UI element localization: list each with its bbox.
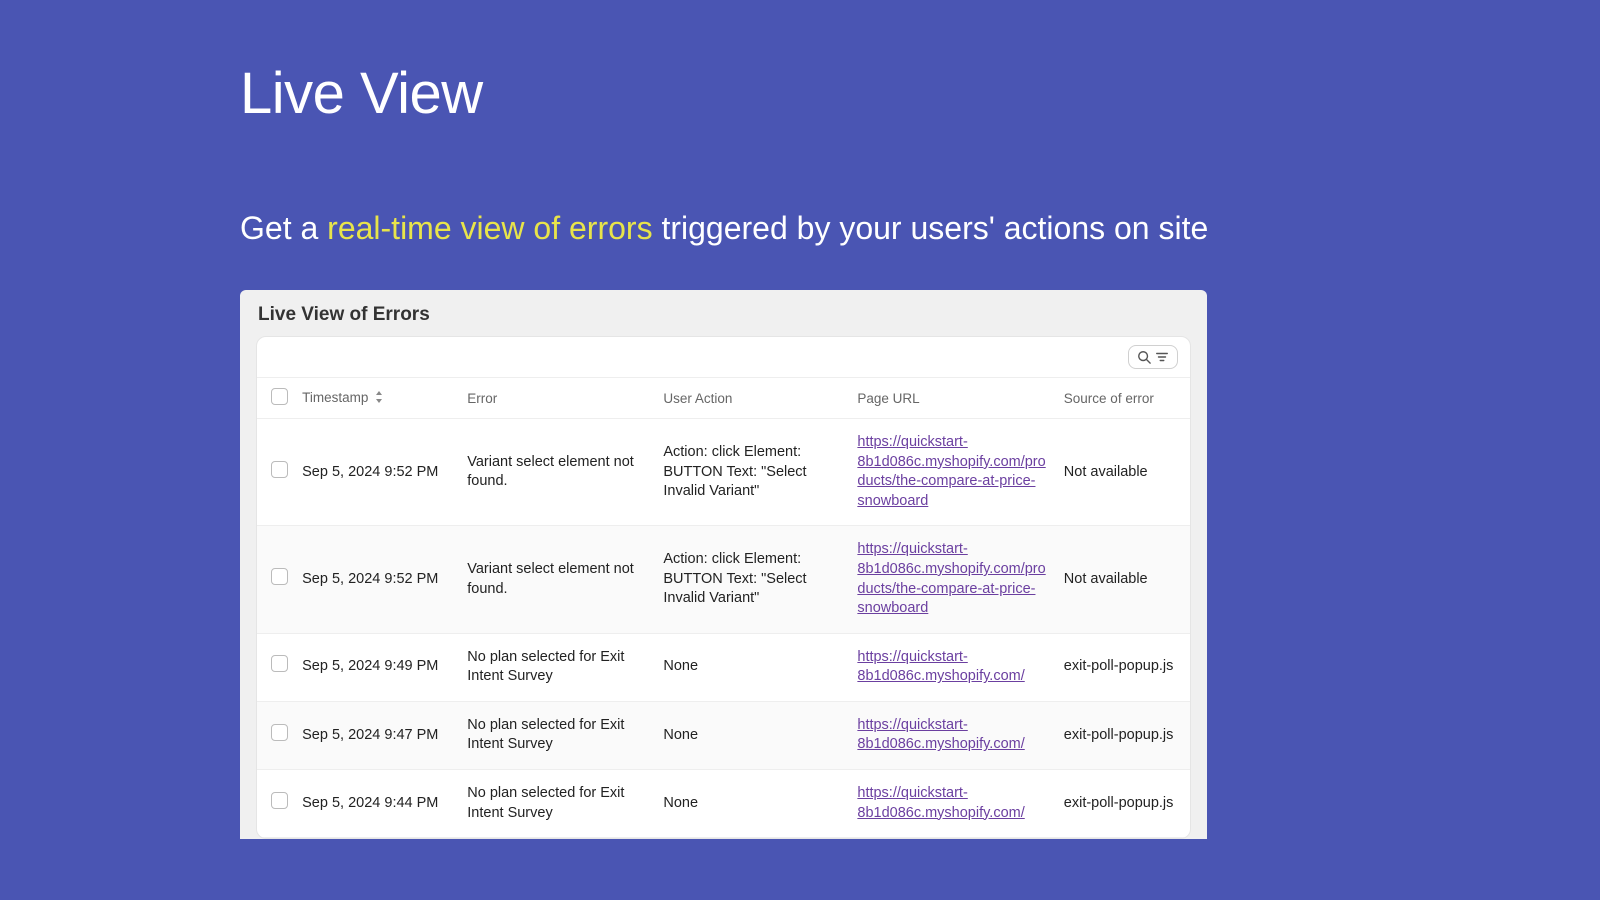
page-url-link[interactable]: https://quickstart-8b1d086c.myshopify.co… (857, 434, 1045, 509)
row-checkbox-cell[interactable] (257, 701, 294, 769)
row-checkbox-cell[interactable] (257, 769, 294, 837)
header-source[interactable]: Source of error (1056, 378, 1190, 419)
row-checkbox-cell[interactable] (257, 633, 294, 701)
cell-timestamp: Sep 5, 2024 9:52 PM (294, 419, 459, 526)
header-page-url[interactable]: Page URL (849, 378, 1055, 419)
search-icon (1137, 350, 1151, 364)
table-header-row: Timestamp Error User Action Page URL Sou… (257, 378, 1190, 419)
table-row[interactable]: Sep 5, 2024 9:44 PMNo plan selected for … (257, 769, 1190, 837)
header-user-action[interactable]: User Action (655, 378, 849, 419)
table-row[interactable]: Sep 5, 2024 9:47 PMNo plan selected for … (257, 701, 1190, 769)
cell-page-url: https://quickstart-8b1d086c.myshopify.co… (849, 769, 1055, 837)
cell-timestamp: Sep 5, 2024 9:52 PM (294, 526, 459, 633)
cell-source: exit-poll-popup.js (1056, 769, 1190, 837)
header-error[interactable]: Error (459, 378, 655, 419)
header-timestamp-label: Timestamp (302, 390, 368, 405)
cell-page-url: https://quickstart-8b1d086c.myshopify.co… (849, 419, 1055, 526)
checkbox-icon (271, 568, 288, 585)
hero-sub-suffix: triggered by your users' actions on site (653, 210, 1209, 246)
cell-user-action: None (655, 769, 849, 837)
hero-sub-highlight: real-time view of errors (327, 210, 652, 246)
page-url-link[interactable]: https://quickstart-8b1d086c.myshopify.co… (857, 541, 1045, 616)
hero-sub-prefix: Get a (240, 210, 327, 246)
checkbox-icon (271, 655, 288, 672)
cell-error: No plan selected for Exit Intent Survey (459, 769, 655, 837)
table-row[interactable]: Sep 5, 2024 9:52 PMVariant select elemen… (257, 526, 1190, 633)
row-checkbox-cell[interactable] (257, 419, 294, 526)
checkbox-icon (271, 461, 288, 478)
cell-timestamp: Sep 5, 2024 9:44 PM (294, 769, 459, 837)
cell-timestamp: Sep 5, 2024 9:47 PM (294, 701, 459, 769)
table-row[interactable]: Sep 5, 2024 9:52 PMVariant select elemen… (257, 419, 1190, 526)
cell-timestamp: Sep 5, 2024 9:49 PM (294, 633, 459, 701)
table-toolbar (257, 337, 1190, 378)
cell-source: Not available (1056, 419, 1190, 526)
checkbox-icon (271, 388, 288, 405)
cell-page-url: https://quickstart-8b1d086c.myshopify.co… (849, 701, 1055, 769)
header-timestamp[interactable]: Timestamp (294, 378, 459, 419)
row-checkbox-cell[interactable] (257, 526, 294, 633)
errors-table: Timestamp Error User Action Page URL Sou… (257, 378, 1190, 838)
cell-error: No plan selected for Exit Intent Survey (459, 633, 655, 701)
checkbox-icon (271, 792, 288, 809)
errors-card: Timestamp Error User Action Page URL Sou… (256, 336, 1191, 839)
cell-page-url: https://quickstart-8b1d086c.myshopify.co… (849, 633, 1055, 701)
cell-user-action: None (655, 633, 849, 701)
page-url-link[interactable]: https://quickstart-8b1d086c.myshopify.co… (857, 785, 1024, 821)
search-filter-button[interactable] (1128, 345, 1178, 369)
filter-icon (1155, 350, 1169, 364)
errors-panel: Live View of Errors (240, 290, 1207, 839)
cell-source: Not available (1056, 526, 1190, 633)
checkbox-icon (271, 724, 288, 741)
sort-icon (374, 391, 384, 406)
hero-title: Live View (240, 60, 1360, 127)
cell-error: Variant select element not found. (459, 419, 655, 526)
cell-source: exit-poll-popup.js (1056, 633, 1190, 701)
cell-user-action: Action: click Element: BUTTON Text: "Sel… (655, 419, 849, 526)
cell-error: Variant select element not found. (459, 526, 655, 633)
cell-user-action: Action: click Element: BUTTON Text: "Sel… (655, 526, 849, 633)
hero-subtitle: Get a real-time view of errors triggered… (240, 207, 1360, 250)
cell-page-url: https://quickstart-8b1d086c.myshopify.co… (849, 526, 1055, 633)
panel-title: Live View of Errors (240, 290, 1207, 336)
page-url-link[interactable]: https://quickstart-8b1d086c.myshopify.co… (857, 717, 1024, 753)
page-url-link[interactable]: https://quickstart-8b1d086c.myshopify.co… (857, 649, 1024, 685)
header-select-all[interactable] (257, 378, 294, 419)
cell-source: exit-poll-popup.js (1056, 701, 1190, 769)
cell-error: No plan selected for Exit Intent Survey (459, 701, 655, 769)
cell-user-action: None (655, 701, 849, 769)
table-row[interactable]: Sep 5, 2024 9:49 PMNo plan selected for … (257, 633, 1190, 701)
